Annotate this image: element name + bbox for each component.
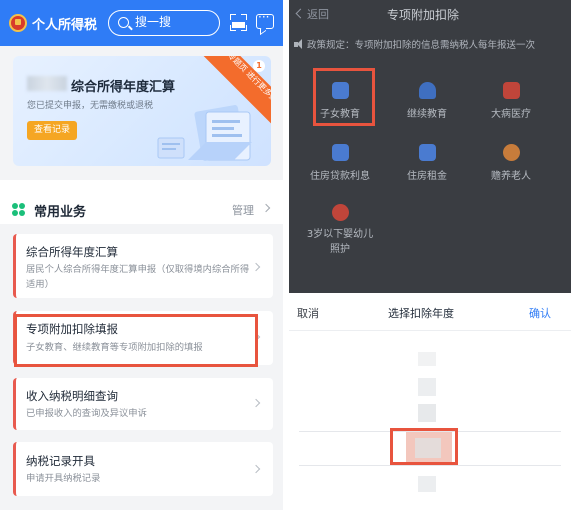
ribbon-badge: 1 (253, 60, 265, 72)
category-label: 住房租金 (407, 171, 447, 182)
confirm-button[interactable]: 确认 (529, 305, 551, 321)
view-records-button[interactable]: 查看记录 (27, 121, 77, 140)
common-services-section: 常用业务 管理 综合所得年度汇算 居民个人综合所得年度汇算申报（仅取得境内综合所… (0, 180, 283, 510)
banner-subtitle: 您已提交申报，无需缴税或退税 (27, 101, 154, 111)
category-label: 3岁以下婴幼儿照护 (306, 229, 374, 255)
search-icon (118, 17, 129, 28)
service-card-income-query[interactable]: 收入纳税明细查询 已申报收入的查询及异议申诉 (13, 378, 273, 430)
card-description: 已申报收入的查询及异议申诉 (26, 408, 147, 419)
top-bar: 个人所得税 (0, 0, 283, 46)
policy-notice: 政策规定：专项附加扣除的信息需纳税人每年报送一次 (307, 40, 536, 51)
category-continuing-education[interactable]: 继续教育 (387, 82, 467, 120)
category-label: 赡养老人 (491, 171, 531, 182)
elderly-icon (502, 144, 520, 161)
highlight-box-selected-year (390, 428, 458, 465)
special-deduction-page: 返回 专项附加扣除 政策规定：专项附加扣除的信息需纳税人每年报送一次 子女教育 … (289, 0, 571, 510)
blurred-year-option (418, 378, 436, 396)
back-arrow-icon[interactable] (295, 8, 306, 19)
picker-title: 选择扣除年度 (388, 307, 454, 320)
picker-selection-line (299, 465, 561, 466)
blurred-year-option (418, 352, 436, 366)
documents-illustration (157, 105, 252, 161)
card-title: 收入纳税明细查询 (26, 389, 118, 403)
infant-care-icon (331, 204, 349, 221)
common-services-header: 常用业务 管理 (0, 180, 283, 224)
highlight-box-special-deduction (14, 314, 258, 367)
category-housing-loan[interactable]: 住房贷款利息 (300, 144, 380, 182)
tax-emblem-logo (9, 14, 27, 32)
annual-settlement-banner[interactable]: 综合所得年度汇算 您已提交申报，无需缴税或退税 查看记录 进入专题页 进行更多操… (13, 56, 271, 166)
banner-title: 综合所得年度汇算 (71, 80, 176, 95)
house-rent-icon (418, 144, 436, 161)
chevron-right-icon (251, 464, 261, 474)
service-card-tax-record[interactable]: 纳税记录开具 申请开具纳税记录 (13, 442, 273, 496)
app-title: 个人所得税 (32, 18, 98, 33)
section-title: 常用业务 (34, 205, 87, 220)
back-link[interactable]: 返回 (307, 6, 329, 22)
card-description: 申请开具纳税记录 (26, 473, 101, 484)
card-description: 居民个人综合所得年度汇算申报（仅取得境内综合所得适用） (26, 264, 250, 290)
search-input[interactable] (135, 15, 215, 29)
message-icon[interactable] (256, 10, 274, 29)
year-picker-header: 取消 选择扣除年度 确认 (289, 293, 571, 331)
clover-icon (12, 203, 26, 217)
category-infant-care[interactable]: 3岁以下婴幼儿照护 (292, 204, 388, 257)
category-housing-rent[interactable]: 住房租金 (387, 144, 467, 182)
cancel-button[interactable]: 取消 (297, 305, 319, 321)
chevron-right-icon (261, 203, 271, 213)
card-title: 纳税记录开具 (26, 454, 95, 468)
page-title: 专项附加扣除 (387, 8, 460, 22)
search-box[interactable] (108, 10, 220, 36)
dimmed-overlay: 返回 专项附加扣除 政策规定：专项附加扣除的信息需纳税人每年报送一次 子女教育 … (289, 0, 571, 293)
category-label: 住房贷款利息 (310, 171, 370, 182)
chevron-right-icon (251, 398, 261, 408)
blurred-year-option (418, 404, 436, 422)
tax-app-home: 个人所得税 综合所得年度汇算 您已提交申报，无需缴税或退税 查看记录 进入专题页… (0, 0, 283, 510)
blurred-year-option (418, 476, 436, 492)
highlight-box-child-education (313, 68, 375, 126)
house-loan-icon (331, 144, 349, 161)
chevron-right-icon (251, 262, 261, 272)
category-serious-illness[interactable]: 大病医疗 (471, 82, 551, 120)
category-label: 大病医疗 (491, 109, 531, 120)
service-card-annual-settlement[interactable]: 综合所得年度汇算 居民个人综合所得年度汇算申报（仅取得境内综合所得适用） (13, 234, 273, 298)
graduation-cap-icon (418, 82, 436, 99)
manage-link[interactable]: 管理 (232, 202, 254, 218)
scan-icon[interactable] (230, 14, 247, 31)
medical-kit-icon (502, 82, 520, 99)
blurred-year (27, 76, 67, 91)
category-elderly-support[interactable]: 赡养老人 (471, 144, 551, 182)
speaker-icon (294, 39, 304, 49)
card-title: 综合所得年度汇算 (26, 245, 118, 259)
category-label: 继续教育 (407, 109, 447, 120)
